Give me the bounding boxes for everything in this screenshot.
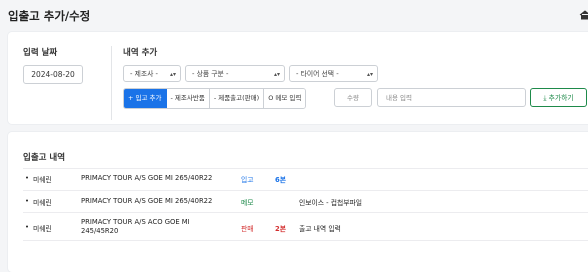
download-icon: ⤓ — [543, 94, 547, 102]
row-note: 인보이스 - 컵첩부파일 — [299, 199, 363, 207]
row-qty: 2본 — [275, 225, 286, 233]
row-brand: 미쉐린 — [33, 225, 52, 233]
product-category-select[interactable]: - 상품 구분 - ▴▾ — [185, 65, 285, 82]
divider — [111, 46, 112, 120]
manufacturer-select[interactable]: - 제조사 - ▴▾ — [123, 65, 181, 82]
manufacturer-select-value: - 제조사 - — [130, 70, 158, 78]
chevron-updown-icon: ▴▾ — [169, 71, 176, 78]
entry-form-card: 입력 날짜 2024-08-20 내역 추가 - 제조사 - ▴▾ - 상품 구… — [8, 32, 588, 124]
row-brand: 미쉐린 — [33, 176, 52, 184]
page-title: 입출고 추가/수정 — [8, 9, 91, 23]
product-category-select-value: - 상품 구분 - — [192, 70, 229, 78]
row-brand: 미쉐린 — [33, 199, 52, 207]
divider — [23, 212, 588, 213]
row-product: PRIMACY TOUR A/S GOE MI 265/40R22 — [81, 197, 213, 205]
row-type: 메모 — [241, 199, 254, 207]
entry-type-group: + 입고 추가 - 제조사반품 - 제품출고(판매) O 메모 입력 — [123, 88, 307, 109]
entry-label: 내역 추가 — [123, 48, 158, 58]
history-card: 입출고 내역 • 미쉐린 PRIMACY TOUR A/S GOE MI 265… — [8, 132, 588, 272]
row-type: 입고 — [241, 176, 254, 184]
bullet-icon: • — [25, 223, 30, 231]
tire-select[interactable]: - 타이어 선택 - ▴▾ — [289, 65, 378, 82]
history-title: 입출고 내역 — [23, 153, 66, 163]
row-note: 출고 내역 입력 — [299, 225, 341, 233]
add-button-label: 추가하기 — [548, 94, 574, 102]
type-sale-button[interactable]: - 제품출고(판매) — [209, 89, 265, 108]
row-product: PRIMACY TOUR A/S ACO GOE MI 245/45R20 — [81, 218, 190, 235]
type-memo-button[interactable]: O 메모 입력 — [264, 89, 306, 108]
tire-select-value: - 타이어 선택 - — [296, 70, 339, 78]
row-qty: 6본 — [275, 176, 286, 184]
type-return-button[interactable]: - 제조사반품 — [166, 89, 210, 108]
chevron-updown-icon: ▴▾ — [273, 71, 280, 78]
divider — [23, 190, 588, 191]
bullet-icon: • — [25, 174, 30, 182]
quantity-input[interactable]: 수량 — [334, 88, 372, 107]
chevron-updown-icon: ▴▾ — [366, 71, 373, 78]
content-input[interactable]: 내용 입력 — [377, 88, 526, 107]
bullet-icon: • — [25, 197, 30, 205]
divider — [23, 240, 588, 241]
type-inbound-button[interactable]: + 입고 추가 — [124, 89, 167, 108]
home-icon[interactable] — [579, 10, 588, 20]
divider — [23, 168, 588, 169]
add-button[interactable]: ⤓ 추가하기 — [530, 88, 587, 107]
row-product: PRIMACY TOUR A/S GOE MI 265/40R22 — [81, 174, 213, 182]
date-label: 입력 날짜 — [23, 48, 58, 58]
row-type: 판매 — [241, 225, 254, 233]
date-input[interactable]: 2024-08-20 — [23, 65, 83, 84]
